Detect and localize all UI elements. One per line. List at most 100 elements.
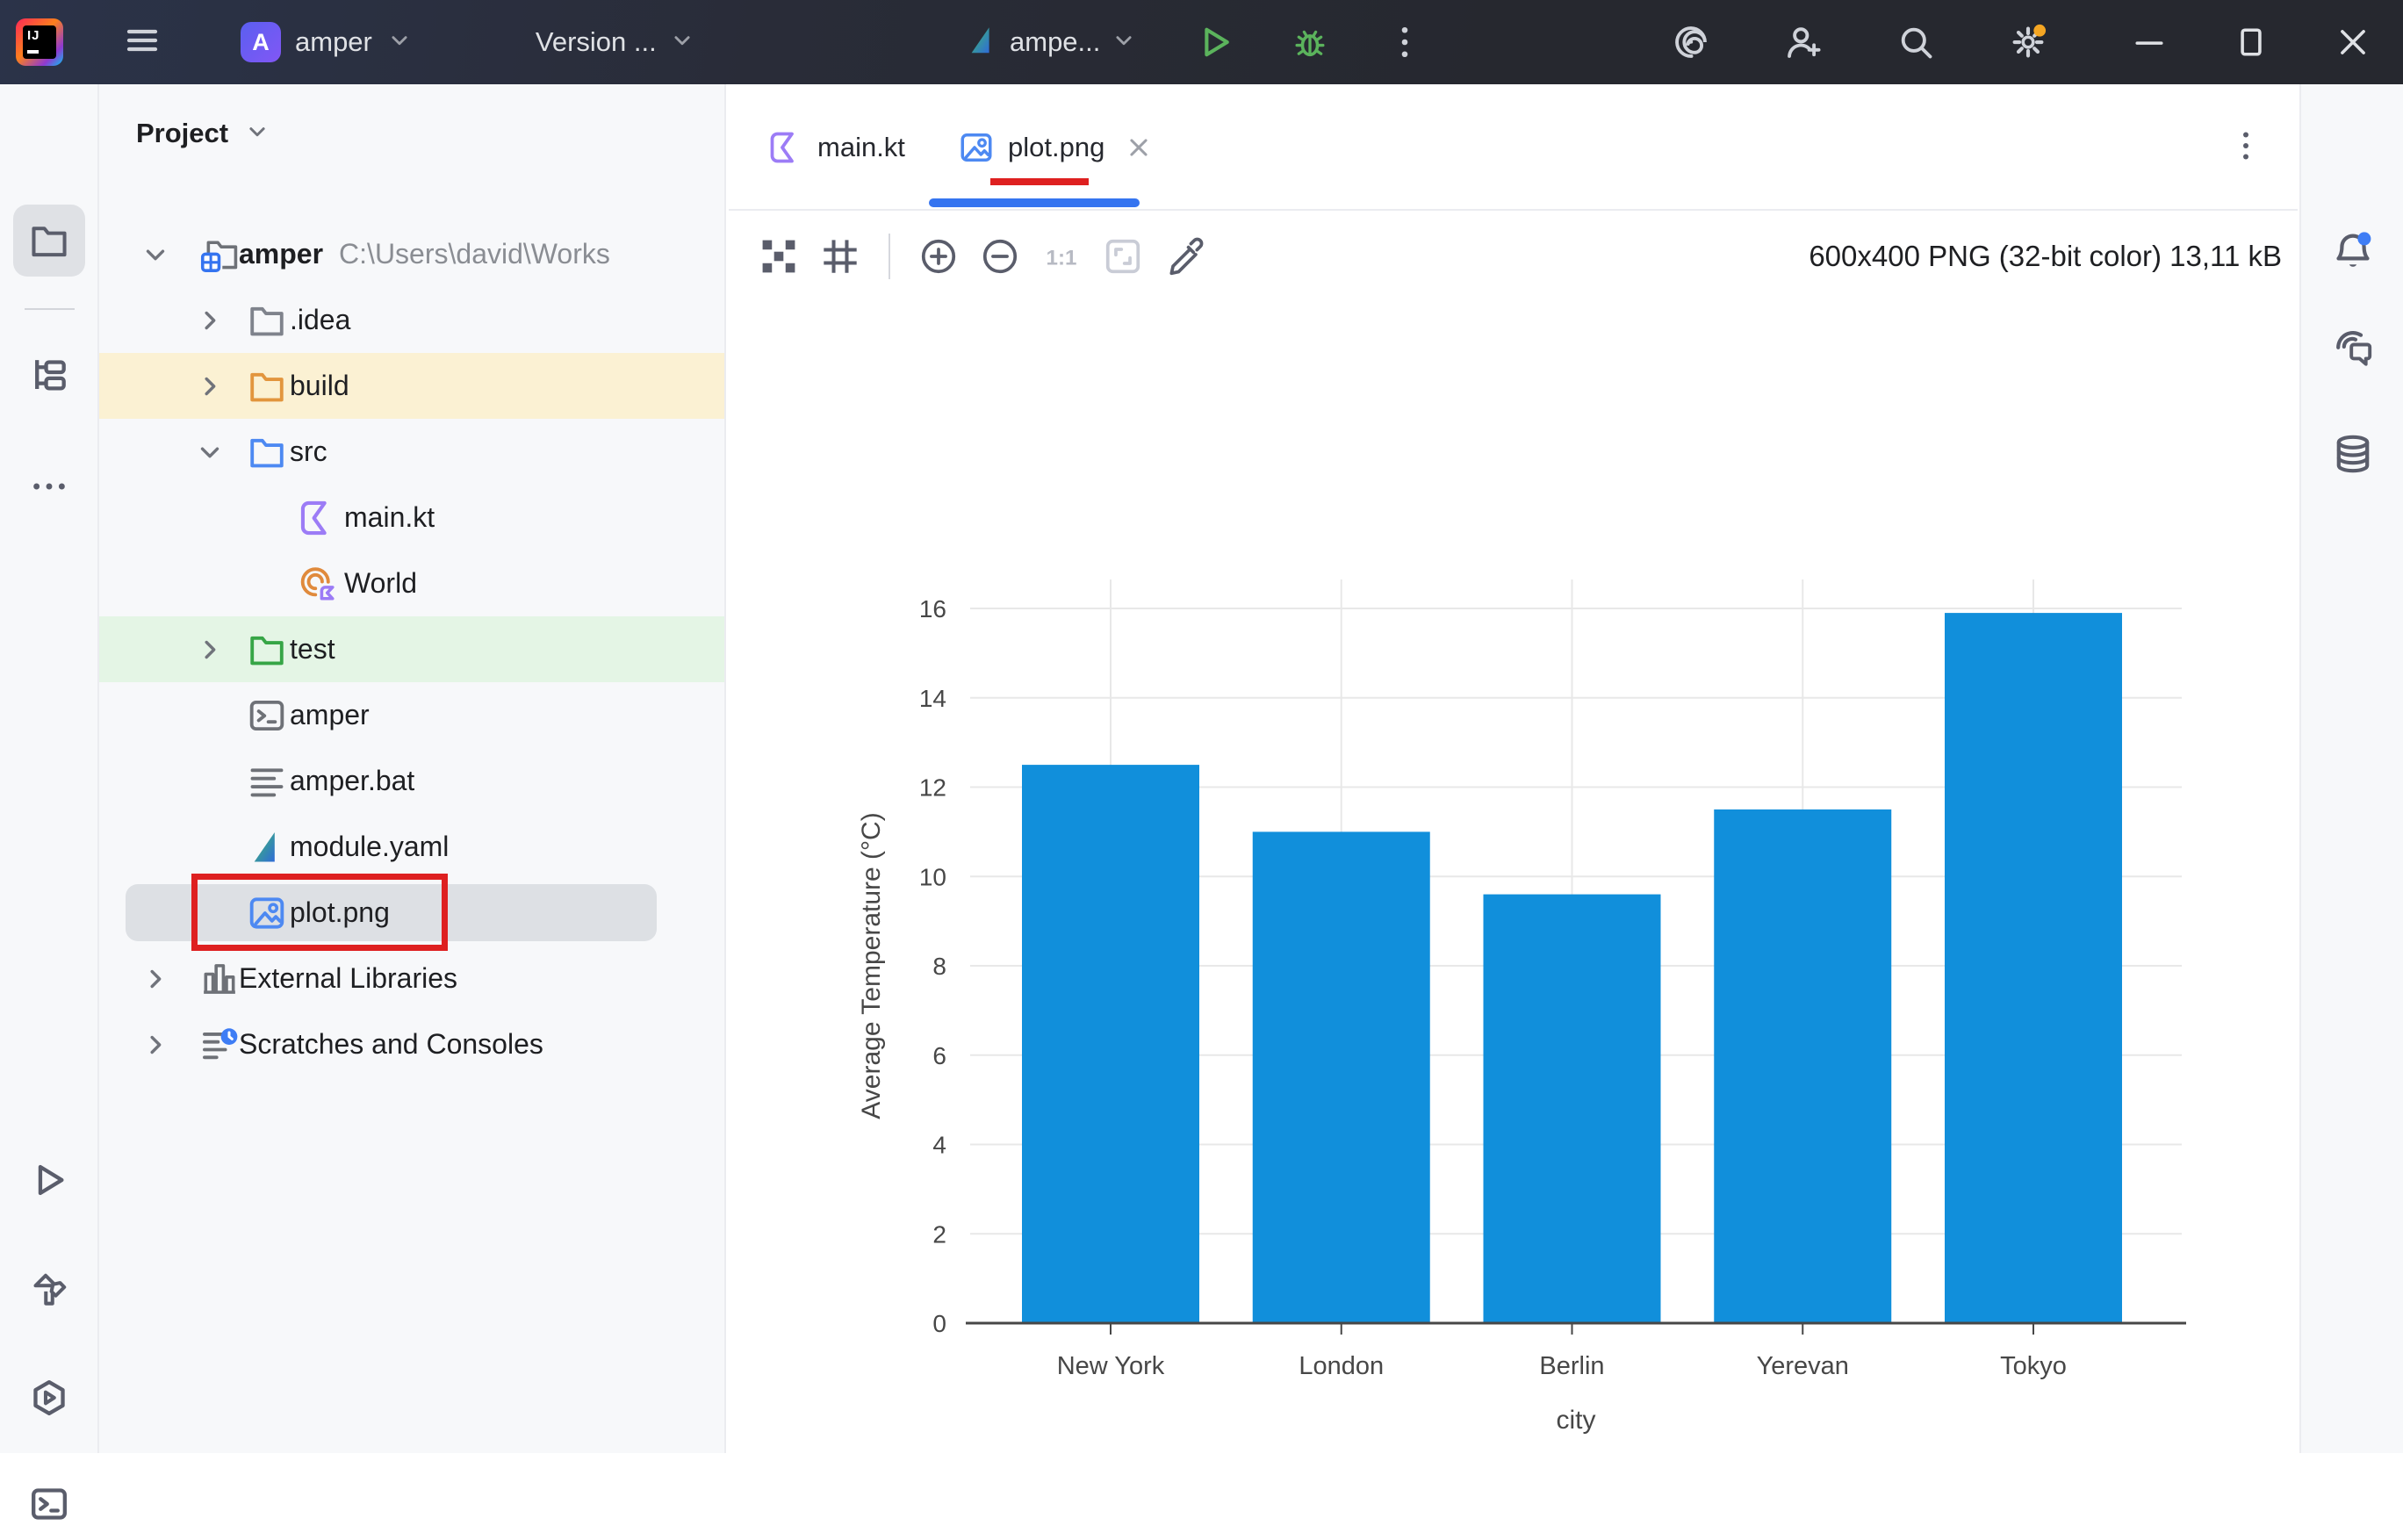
intellij-logo: IJ (16, 18, 63, 66)
build-hammer-button[interactable] (13, 1253, 85, 1325)
tree-row-src[interactable]: src (99, 419, 724, 485)
ai-chat-button[interactable] (2317, 310, 2389, 382)
vcs-widget[interactable]: Version ... (536, 26, 695, 58)
play-button[interactable] (1195, 22, 1235, 62)
tree-row-scratches-and-consoles[interactable]: Scratches and Consoles (99, 1011, 724, 1077)
chevron-collapsed-icon[interactable] (195, 371, 225, 401)
tree-row-amper[interactable]: amperC:\Users\david\Works (99, 221, 724, 287)
chevron-down-icon (386, 27, 413, 58)
tree-row--idea[interactable]: .idea (99, 287, 724, 353)
svg-text:6: 6 (932, 1042, 946, 1069)
maximize-button[interactable] (2231, 22, 2271, 62)
tab-close-icon[interactable] (1124, 133, 1154, 162)
zoom-out-button[interactable] (980, 236, 1020, 277)
services-button[interactable] (13, 1362, 85, 1434)
color-picker-button[interactable] (1164, 236, 1205, 277)
text-file-icon (248, 762, 286, 801)
tree-item-label: amper (290, 682, 370, 748)
bug-button[interactable] (1290, 22, 1330, 62)
tree-item-label: World (344, 551, 417, 616)
pixel-grid-button[interactable] (820, 236, 860, 277)
run-configuration-widget[interactable]: ampe... (966, 24, 1137, 61)
folder-icon (248, 433, 286, 471)
tree-row-test[interactable]: test (99, 616, 724, 682)
terminal-file-icon (248, 696, 286, 735)
svg-text:4: 4 (932, 1132, 946, 1159)
project-widget[interactable]: A amper (241, 22, 413, 62)
more-vertical-button[interactable] (1385, 22, 1425, 62)
chevron-collapsed-icon[interactable] (195, 635, 225, 665)
user-plus-button[interactable] (1783, 22, 1824, 62)
editor-tab-bar: main.kt plot.png (729, 84, 2298, 211)
active-tab-indicator (929, 198, 1140, 207)
tree-item-label: Scratches and Consoles (239, 1011, 543, 1077)
tree-row-world[interactable]: World (99, 551, 724, 616)
bar-chart-image: 0246810121416New YorkLondonBerlinYerevan… (834, 479, 2204, 1453)
chevron-collapsed-icon[interactable] (140, 964, 170, 994)
chevron-down-icon (244, 119, 270, 149)
tree-item-label: build (290, 353, 349, 419)
tree-row-build[interactable]: build (99, 353, 724, 419)
svg-text:1:1: 1:1 (1047, 246, 1077, 270)
tree-item-label: module.yaml (290, 814, 449, 880)
tree-row-main-kt[interactable]: main.kt (99, 485, 724, 551)
database-button[interactable] (2317, 418, 2389, 490)
project-panel-header[interactable]: Project (136, 107, 270, 160)
tree-row-module-yaml[interactable]: module.yaml (99, 814, 724, 880)
chevron-expanded-icon[interactable] (140, 240, 170, 270)
tree-item-path: C:\Users\david\Works (339, 238, 610, 270)
tree-item-label: amper.bat (290, 748, 414, 814)
kotlin-file-icon (768, 130, 803, 165)
toolbar-divider (889, 234, 890, 279)
run-actions (1195, 22, 1425, 62)
ai-spiral-button[interactable] (1671, 22, 1711, 62)
main-menu-button[interactable] (118, 18, 167, 67)
bell-button[interactable] (2317, 215, 2389, 287)
project-tree: amperC:\Users\david\Works.ideabuildsrcma… (99, 181, 724, 1453)
chevron-down-icon (1111, 27, 1137, 58)
project-name: amper (295, 26, 372, 58)
image-file-icon (959, 130, 994, 165)
chevron-expanded-icon[interactable] (195, 437, 225, 467)
terminal-button[interactable] (13, 1468, 85, 1540)
folder-icon (248, 367, 286, 406)
structure-button[interactable] (13, 340, 85, 412)
amper-logo-icon (248, 828, 286, 867)
chevron-collapsed-icon[interactable] (195, 306, 225, 335)
tab-plot-png[interactable]: plot.png (929, 84, 1140, 211)
more-horizontal-button[interactable] (13, 450, 85, 522)
tab-label: plot.png (1008, 132, 1104, 163)
tree-item-label: main.kt (344, 485, 435, 551)
search-button[interactable] (1896, 22, 1936, 62)
project-tool-window: Project amperC:\Users\david\Works.ideabu… (99, 84, 726, 1453)
checkerboard-button[interactable] (759, 236, 799, 277)
svg-text:Yerevan: Yerevan (1757, 1352, 1849, 1380)
tree-row-amper[interactable]: amper (99, 682, 724, 748)
one-to-one-button[interactable]: 1:1 (1041, 236, 1082, 277)
gear-button[interactable] (2008, 22, 2048, 62)
svg-text:London: London (1299, 1352, 1384, 1380)
tree-row-amper-bat[interactable]: amper.bat (99, 748, 724, 814)
chevron-down-icon (669, 27, 695, 58)
svg-text:city: city (1557, 1406, 1596, 1435)
svg-text:New York: New York (1057, 1352, 1165, 1380)
tree-row-external-libraries[interactable]: External Libraries (99, 946, 724, 1011)
chevron-collapsed-icon[interactable] (140, 1030, 170, 1060)
folder-icon (248, 630, 286, 669)
run-button[interactable] (13, 1144, 85, 1216)
fit-content-button[interactable] (1103, 236, 1143, 277)
library-icon (200, 960, 239, 998)
annotation-red-underline (990, 178, 1089, 185)
kotlin-file-icon (299, 499, 337, 537)
zoom-in-button[interactable] (918, 236, 959, 277)
minimize-button[interactable] (2129, 22, 2169, 62)
tab-main-kt[interactable]: main.kt (742, 84, 896, 211)
module-root-icon (200, 235, 239, 274)
svg-text:8: 8 (932, 953, 946, 980)
tree-row-plot-png[interactable]: plot.png (99, 880, 724, 946)
folder-tool-button[interactable] (13, 205, 85, 277)
tab-bar-more-button[interactable] (2221, 84, 2270, 211)
close-button[interactable] (2333, 22, 2373, 62)
left-tool-stripe (0, 84, 99, 1453)
tree-item-label: amperC:\Users\david\Works (239, 221, 610, 287)
